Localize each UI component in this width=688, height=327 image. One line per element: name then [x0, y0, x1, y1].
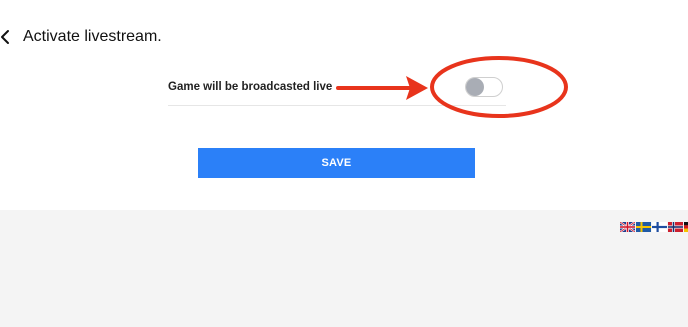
save-button[interactable]: SAVE: [198, 148, 475, 178]
flag-finland-icon[interactable]: [652, 222, 667, 232]
livestream-setting-row: Game will be broadcasted live: [168, 73, 506, 106]
livestream-toggle[interactable]: [465, 77, 503, 97]
flag-germany-icon[interactable]: [684, 222, 688, 232]
page: Activate livestream. Game will be broadc…: [0, 0, 688, 327]
content-panel: Activate livestream. Game will be broadc…: [0, 0, 688, 210]
flag-norway-icon[interactable]: [668, 222, 683, 232]
back-button[interactable]: [0, 29, 12, 45]
chevron-left-icon: [1, 30, 9, 44]
page-title: Activate livestream.: [23, 28, 162, 45]
flag-uk-icon[interactable]: [620, 222, 635, 232]
toggle-knob: [466, 78, 484, 96]
flag-sweden-icon[interactable]: [636, 222, 651, 232]
footer: [0, 210, 688, 327]
language-selector: [620, 222, 688, 232]
livestream-setting-label: Game will be broadcasted live: [168, 81, 333, 93]
